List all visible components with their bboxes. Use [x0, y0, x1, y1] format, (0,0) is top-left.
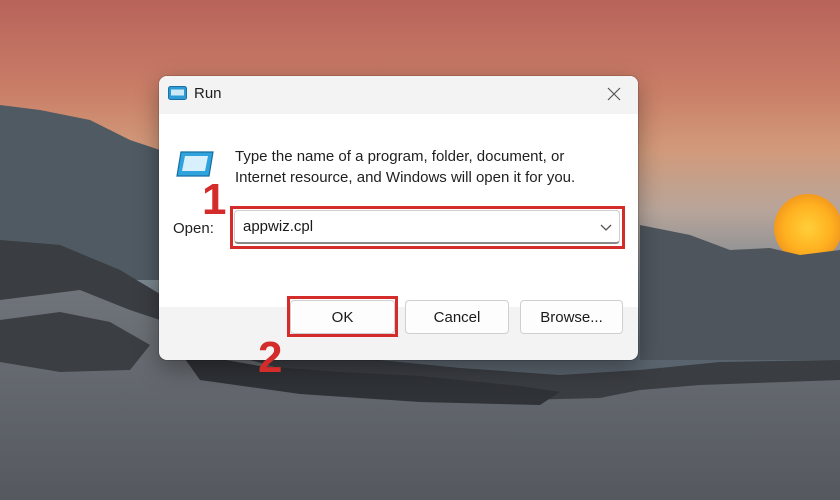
run-icon — [168, 86, 187, 100]
close-button[interactable] — [598, 80, 630, 108]
browse-button[interactable]: Browse... — [520, 300, 623, 334]
close-icon — [607, 87, 621, 101]
step-number-2: 2 — [258, 333, 283, 382]
title-bar[interactable]: Run — [159, 76, 638, 114]
run-program-icon — [176, 151, 214, 177]
open-input-value: appwiz.cpl — [243, 218, 314, 235]
open-input[interactable]: appwiz.cpl — [234, 210, 620, 244]
ok-button[interactable]: OK — [290, 300, 395, 334]
cancel-button[interactable]: Cancel — [405, 300, 509, 334]
chevron-down-icon[interactable] — [599, 220, 613, 234]
window-title: Run — [194, 85, 222, 102]
description-text: Type the name of a program, folder, docu… — [235, 148, 576, 186]
step-number-1: 1 — [202, 175, 227, 224]
